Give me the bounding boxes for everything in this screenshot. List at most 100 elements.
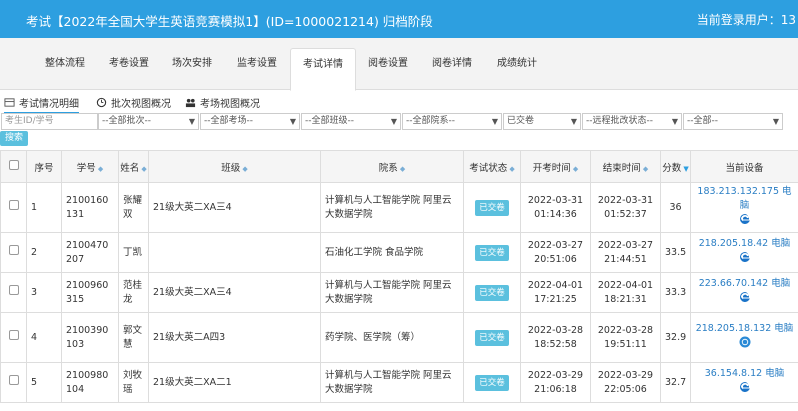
select-value: --全部班级-- xyxy=(305,116,354,126)
row-start-time: 2022-03-31 01:14:36 xyxy=(520,182,591,233)
sort-icon[interactable]: ◆ xyxy=(242,165,247,173)
search-button[interactable]: 搜索 xyxy=(0,131,28,146)
row-checkbox[interactable] xyxy=(8,375,19,385)
device-ip-link[interactable]: 218.205.18.42 xyxy=(699,238,769,249)
select-all-cell[interactable] xyxy=(0,150,27,183)
current-user: 当前登录用户：13 xyxy=(696,13,796,27)
row-dept: 计算机与人工智能学院 阿里云大数据学院 xyxy=(320,182,464,233)
row-checkbox[interactable] xyxy=(8,285,19,295)
row-no: 3 xyxy=(26,272,62,313)
tab-exam-details[interactable]: 考试详情 xyxy=(290,48,356,91)
row-checkbox[interactable] xyxy=(8,245,19,255)
chevron-down-icon: ▼ xyxy=(491,117,498,126)
row-dept: 计算机与人工智能学院 阿里云大数据学院 xyxy=(320,272,464,313)
batch-select[interactable]: --全部批次-- ▼ xyxy=(98,113,199,130)
tab-paper-settings[interactable]: 考卷设置 xyxy=(98,48,160,80)
dept-select[interactable]: --全部院系-- ▼ xyxy=(402,113,502,130)
col-score[interactable]: 分数 ▼ xyxy=(660,150,691,183)
tab-grading-details[interactable]: 阅卷详情 xyxy=(420,48,484,80)
remote-grading-select[interactable]: --远程批改状态-- ▼ xyxy=(582,113,682,130)
sort-icon[interactable]: ◆ xyxy=(643,165,648,173)
row-end-time: 2022-04-01 18:21:31 xyxy=(590,272,661,313)
select-all-checkbox[interactable] xyxy=(8,160,19,170)
row-student-id: 2100470207 xyxy=(61,232,119,273)
clock-icon xyxy=(96,97,107,108)
col-status[interactable]: 考试状态 ◆ xyxy=(463,150,521,183)
all-select[interactable]: --全部-- ▼ xyxy=(683,113,783,130)
subtab-batch-view[interactable]: 批次视图概况 xyxy=(96,95,171,110)
table-row[interactable]: 4 2100390103 郭文慧 21级大英二A四3 药学院、医学院（筹） 已交… xyxy=(0,312,798,363)
sort-icon[interactable]: ◆ xyxy=(141,165,146,173)
class-select[interactable]: --全部班级-- ▼ xyxy=(301,113,401,130)
table-row[interactable]: 2 2100470207 丁凯 石油化工学院 食品学院 已交卷 2022-03-… xyxy=(0,232,798,273)
col-end[interactable]: 结束时间 ◆ xyxy=(590,150,661,183)
row-select-cell[interactable] xyxy=(0,362,27,403)
status-badge: 已交卷 xyxy=(475,329,509,346)
row-select-cell[interactable] xyxy=(0,232,27,273)
col-no: 序号 xyxy=(26,150,62,183)
sort-icon[interactable]: ◆ xyxy=(98,165,103,173)
sort-desc-icon[interactable]: ▼ xyxy=(683,165,688,173)
row-class: 21级大英二XA三4 xyxy=(148,182,321,233)
row-status-cell: 已交卷 xyxy=(463,312,521,363)
row-name: 刘牧瑶 xyxy=(118,362,149,403)
row-dept: 石油化工学院 食品学院 xyxy=(320,232,464,273)
col-class[interactable]: 班级 ◆ xyxy=(148,150,321,183)
tab-grading-settings[interactable]: 阅卷设置 xyxy=(356,48,420,80)
row-device-cell: 183.213.132.175 电脑 xyxy=(690,182,798,233)
table-header-row: 序号 学号 ◆ 姓名 ◆ 班级 ◆ 院系 ◆ 考试状态 ◆ 开考时间 ◆ 结束时间 ◆ 分数 ▼… xyxy=(0,150,798,183)
table-row[interactable]: 1 2100160131 张耀双 21级大英二XA三4 计算机与人工智能学院 阿… xyxy=(0,182,798,233)
row-status-cell: 已交卷 xyxy=(463,232,521,273)
col-start[interactable]: 开考时间 ◆ xyxy=(520,150,591,183)
row-score: 33.5 xyxy=(660,232,691,273)
exam-detail-table: 序号 学号 ◆ 姓名 ◆ 班级 ◆ 院系 ◆ 考试状态 ◆ 开考时间 ◆ 结束时间 ◆ 分数 ▼… xyxy=(0,150,798,403)
device-type: 电脑 xyxy=(771,278,791,289)
student-id-input[interactable]: 考生ID/学号 xyxy=(1,113,98,130)
filter-bar: 考生ID/学号 --全部批次-- ▼ --全部考场-- ▼ --全部班级-- ▼ --… xyxy=(0,113,798,131)
select-value: --全部考场-- xyxy=(204,116,253,126)
row-no: 4 xyxy=(26,312,62,363)
tab-score-stats[interactable]: 成绩统计 xyxy=(484,48,550,80)
row-device-cell: 218.205.18.132 电脑 xyxy=(690,312,798,363)
select-value: --全部院系-- xyxy=(406,116,455,126)
row-no: 1 xyxy=(26,182,62,233)
subtab-exam-detail[interactable]: 考试情况明细 xyxy=(4,95,79,114)
row-checkbox[interactable] xyxy=(8,330,19,340)
device-ip-link[interactable]: 223.66.70.142 xyxy=(699,278,769,289)
sort-icon[interactable]: ◆ xyxy=(400,165,405,173)
col-id[interactable]: 学号 ◆ xyxy=(61,150,119,183)
row-select-cell[interactable] xyxy=(0,182,27,233)
row-status-cell: 已交卷 xyxy=(463,182,521,233)
col-dept[interactable]: 院系 ◆ xyxy=(320,150,464,183)
col-name-label: 姓名 xyxy=(120,162,140,174)
device-ip-link[interactable]: 218.205.18.132 xyxy=(696,323,772,334)
row-device-cell: 36.154.8.12 电脑 xyxy=(690,362,798,403)
row-score: 32.9 xyxy=(660,312,691,363)
room-select[interactable]: --全部考场-- ▼ xyxy=(200,113,300,130)
row-dept: 计算机与人工智能学院 阿里云大数据学院 xyxy=(320,362,464,403)
device-type: 电脑 xyxy=(774,323,794,334)
subtab-room-view[interactable]: 考场视图概况 xyxy=(185,95,260,110)
tab-session-schedule[interactable]: 场次安排 xyxy=(160,48,224,80)
table-row[interactable]: 3 2100960315 范桂龙 21级大英二XA三4 计算机与人工智能学院 阿… xyxy=(0,272,798,313)
row-start-time: 2022-03-29 21:06:18 xyxy=(520,362,591,403)
sort-icon[interactable]: ◆ xyxy=(573,165,578,173)
row-checkbox[interactable] xyxy=(8,200,19,210)
device-ip-link[interactable]: 183.213.132.175 xyxy=(697,186,779,197)
tab-overall-process[interactable]: 整体流程 xyxy=(32,48,98,80)
col-start-label: 开考时间 xyxy=(532,162,571,174)
device-ip-link[interactable]: 36.154.8.12 xyxy=(705,368,762,379)
table-row[interactable]: 5 2100980104 刘牧瑶 21级大英二XA二1 计算机与人工智能学院 阿… xyxy=(0,362,798,403)
row-select-cell[interactable] xyxy=(0,312,27,363)
col-name[interactable]: 姓名 ◆ xyxy=(118,150,149,183)
chevron-down-icon: ▼ xyxy=(188,117,195,126)
row-end-time: 2022-03-28 19:51:11 xyxy=(590,312,661,363)
row-student-id: 2100980104 xyxy=(61,362,119,403)
row-select-cell[interactable] xyxy=(0,272,27,313)
tab-proctor-settings[interactable]: 监考设置 xyxy=(224,48,290,80)
status-badge: 已交卷 xyxy=(475,374,509,391)
row-class: 21级大英二XA三4 xyxy=(148,272,321,313)
status-badge: 已交卷 xyxy=(475,199,509,216)
status-select[interactable]: 已交卷 ▼ xyxy=(503,113,581,130)
sort-icon[interactable]: ◆ xyxy=(509,165,514,173)
